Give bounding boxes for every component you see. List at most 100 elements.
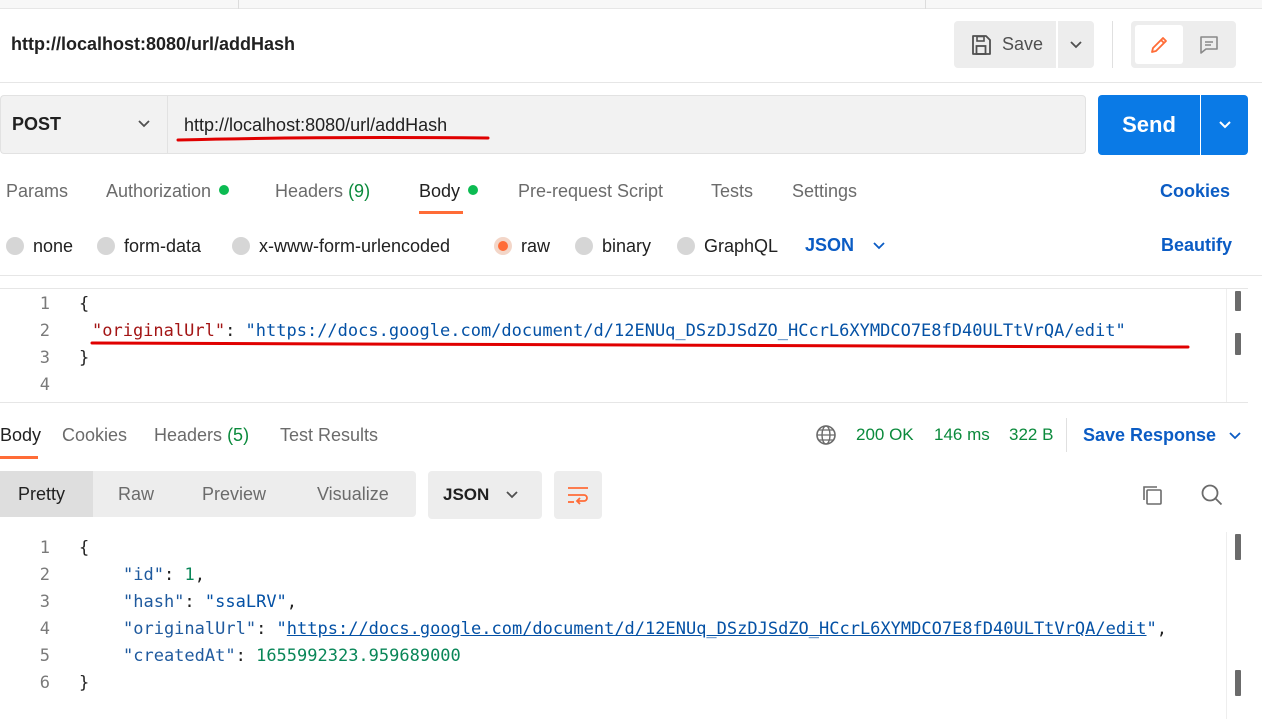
radio-button[interactable] <box>6 237 24 255</box>
copy-icon[interactable] <box>1140 483 1164 507</box>
globe-icon[interactable] <box>815 424 837 446</box>
view-visualize[interactable]: Visualize <box>317 484 389 505</box>
radio-graphql[interactable]: GraphQL <box>677 235 778 257</box>
radio-button[interactable] <box>232 237 250 255</box>
radio-button[interactable] <box>97 237 115 255</box>
radio-binary[interactable]: binary <box>575 235 651 257</box>
save-icon <box>972 34 991 55</box>
json-value: 1 <box>184 565 195 585</box>
response-time[interactable]: 146 ms <box>934 425 990 445</box>
tab-count: (9) <box>348 181 371 201</box>
json-key: "originalUrl" <box>123 619 257 639</box>
send-button[interactable]: Send <box>1098 95 1200 155</box>
view-raw[interactable]: Raw <box>118 484 154 505</box>
json-key: "originalUrl" <box>92 321 226 341</box>
code-line: "originalUrl": "https://docs.google.com/… <box>123 619 1168 639</box>
tab-headers[interactable]: Headers (9) <box>275 181 370 202</box>
response-tab-body[interactable]: Body <box>0 425 41 446</box>
line-number: 1 <box>39 294 50 314</box>
chevron-down-icon <box>1229 431 1241 439</box>
tab-label: Tests <box>711 181 754 201</box>
view-pretty[interactable]: Pretty <box>18 484 65 505</box>
save-options-button[interactable] <box>1058 21 1094 68</box>
line-number: 2 <box>39 565 50 585</box>
response-tab-headers[interactable]: Headers (5) <box>154 425 249 446</box>
view-preview[interactable]: Preview <box>202 484 266 505</box>
brace: } <box>79 348 90 368</box>
save-response-label: Save Response <box>1083 425 1217 445</box>
tab-params[interactable]: Params <box>6 181 68 202</box>
divider <box>0 82 1262 83</box>
response-format-select[interactable]: JSON <box>428 471 542 519</box>
radio-label: raw <box>521 235 551 256</box>
tab-label: Body <box>419 181 461 201</box>
line-number: 5 <box>39 646 50 666</box>
tab-label: Headers <box>154 425 223 445</box>
chevron-down-icon <box>873 241 885 249</box>
tab-strip <box>0 0 1262 9</box>
radio-none[interactable]: none <box>6 235 73 257</box>
code-line: } <box>79 673 89 693</box>
radio-raw[interactable]: raw <box>494 235 550 257</box>
radio-button[interactable] <box>575 237 593 255</box>
response-tab-test-results[interactable]: Test Results <box>280 425 378 446</box>
code-line: { <box>79 294 89 314</box>
code-line: "originalUrl": "https://docs.google.com/… <box>92 321 1126 341</box>
cookies-link[interactable]: Cookies <box>1160 181 1230 202</box>
tab-body[interactable]: Body <box>419 181 479 202</box>
url-input-text[interactable]: http://localhost:8080/url/addHash <box>184 115 447 136</box>
code-line: } <box>79 348 89 368</box>
search-icon[interactable] <box>1200 483 1224 507</box>
line-number: 4 <box>39 375 50 395</box>
format-label: JSON <box>443 485 490 504</box>
save-button[interactable]: Save <box>954 21 1056 68</box>
tab-pre-request-script[interactable]: Pre-request Script <box>518 181 663 202</box>
wrap-lines-button[interactable] <box>554 471 602 519</box>
tab-label: Params <box>6 181 69 201</box>
radio-label: none <box>33 235 74 256</box>
active-tab-indicator <box>419 211 463 214</box>
line-number: 2 <box>39 321 50 341</box>
send-options-button[interactable] <box>1201 95 1248 155</box>
annotation-underline <box>90 341 1190 349</box>
beautify-link[interactable]: Beautify <box>1161 235 1232 256</box>
language-select[interactable]: JSON <box>805 235 886 256</box>
active-tab-indicator <box>0 456 38 459</box>
line-number: 4 <box>39 619 50 639</box>
save-label: Save <box>1002 34 1044 54</box>
json-link[interactable]: https://docs.google.com/document/d/12ENU… <box>287 619 1147 639</box>
response-tab-cookies[interactable]: Cookies <box>62 425 127 446</box>
scrollbar-thumb[interactable] <box>1235 534 1241 560</box>
request-title[interactable]: http://localhost:8080/url/addHash <box>11 34 295 55</box>
line-number: 1 <box>39 538 50 558</box>
scrollbar[interactable] <box>1226 289 1248 402</box>
status-dot <box>468 185 479 196</box>
radio-label: x-www-form-urlencoded <box>259 235 451 256</box>
language-label: JSON <box>805 235 855 255</box>
radio-form-data[interactable]: form-data <box>97 235 201 257</box>
tab-tests[interactable]: Tests <box>711 181 753 202</box>
brace: { <box>79 294 90 314</box>
edit-mode-button[interactable] <box>1135 25 1183 64</box>
radio-button[interactable] <box>677 237 695 255</box>
json-colon: : <box>225 321 246 341</box>
tab-label: Authorization <box>106 181 212 201</box>
radio-button[interactable] <box>494 237 512 255</box>
scrollbar-thumb[interactable] <box>1235 291 1241 311</box>
comments-button[interactable] <box>1186 25 1232 64</box>
response-size[interactable]: 322 B <box>1009 425 1053 445</box>
tab-label: Settings <box>792 181 858 201</box>
scrollbar[interactable] <box>1226 532 1248 719</box>
radio-x-www-form-urlencoded[interactable]: x-www-form-urlencoded <box>232 235 450 257</box>
tab-label: Headers <box>275 181 344 201</box>
pencil-icon <box>1151 36 1167 53</box>
status-code[interactable]: 200 OK <box>856 425 914 445</box>
tab-authorization[interactable]: Authorization <box>106 181 230 202</box>
tab-count: (5) <box>227 425 250 445</box>
save-response-button[interactable]: Save Response <box>1083 425 1242 446</box>
annotation-underline <box>176 136 490 142</box>
wrap-lines-icon <box>568 487 588 505</box>
chevron-down-icon <box>506 491 518 499</box>
tab-settings[interactable]: Settings <box>792 181 857 202</box>
radio-label: form-data <box>124 235 202 256</box>
